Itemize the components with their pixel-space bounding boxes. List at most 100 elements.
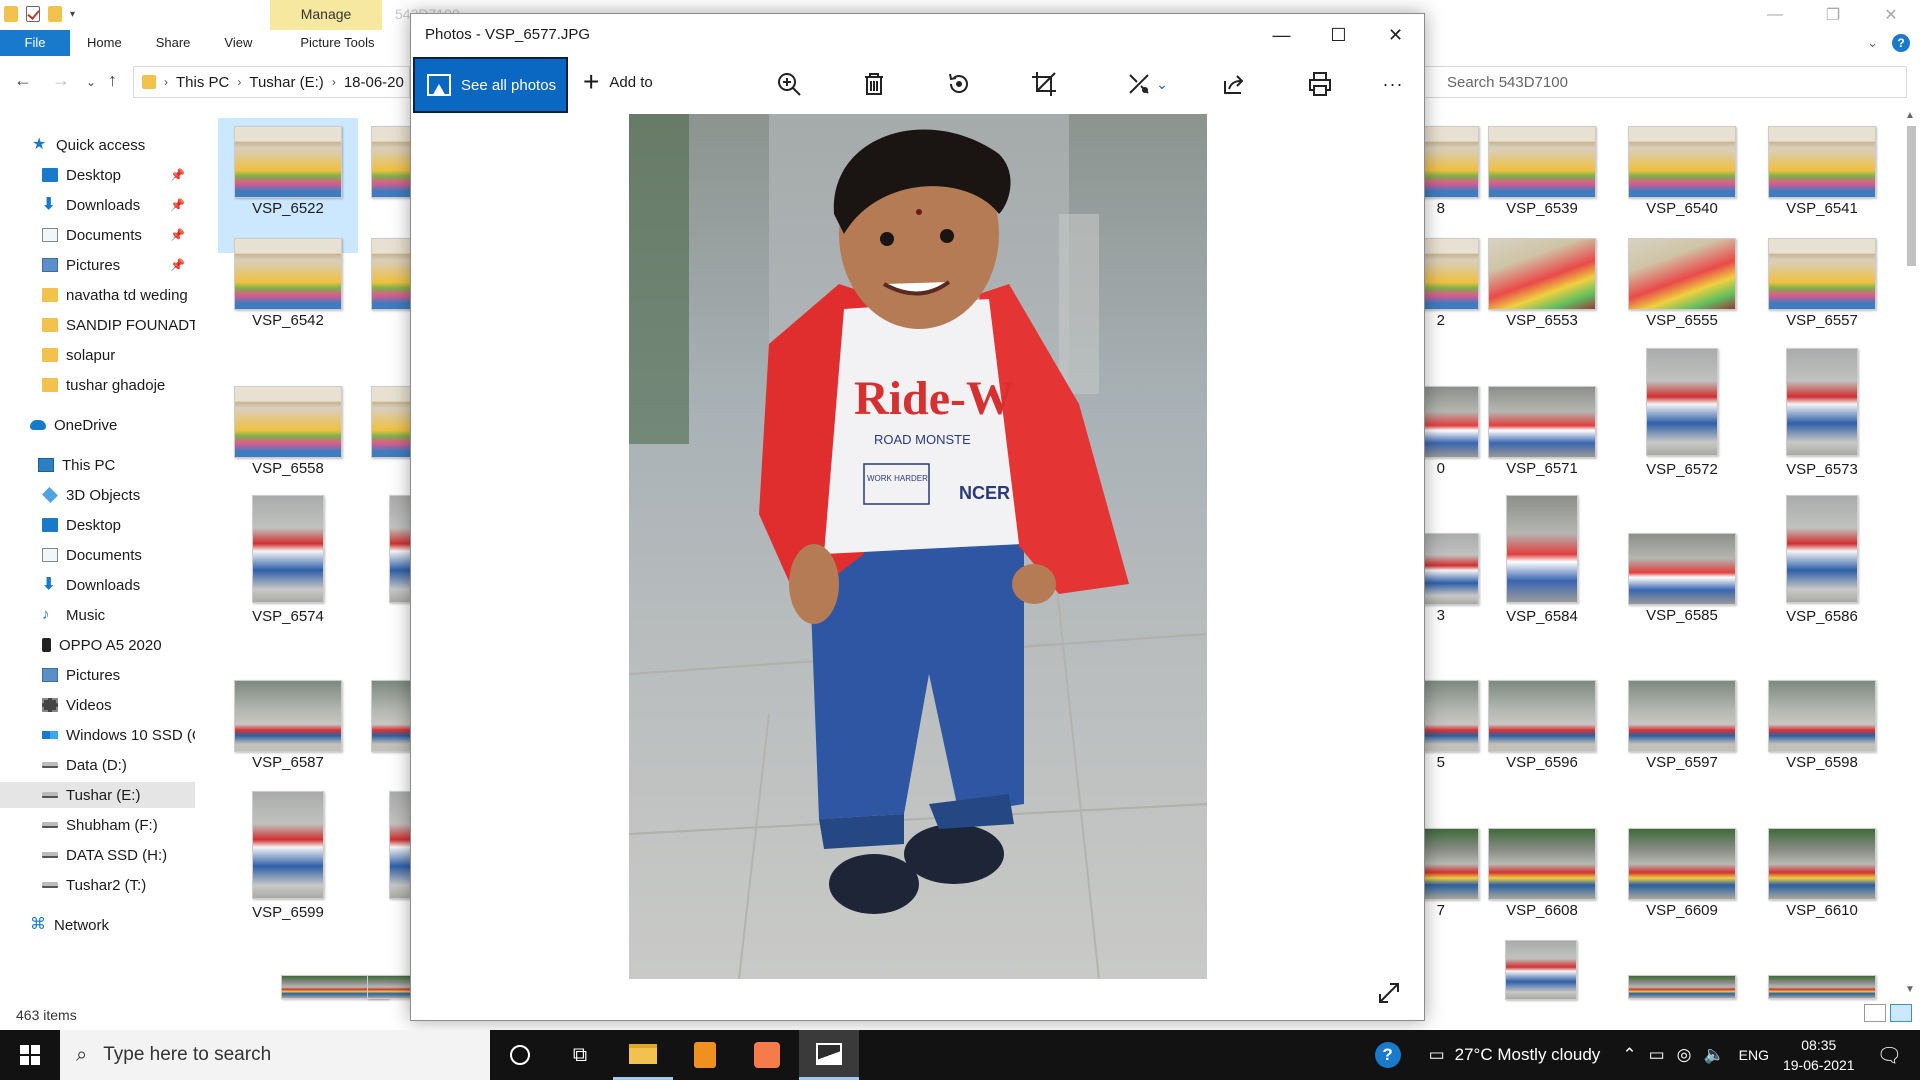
expand-ribbon-icon[interactable]: ⌄	[1867, 35, 1878, 51]
add-to-button[interactable]: + Add to	[583, 68, 653, 96]
file-item[interactable]: VSP_6558	[218, 378, 358, 513]
nav-drive-e[interactable]: Tushar (E:)	[0, 782, 195, 808]
back-arrow-icon[interactable]: ←	[14, 70, 32, 91]
file-item[interactable]: VSP_6571	[1472, 378, 1612, 513]
file-item[interactable]: VSP_6587	[218, 672, 358, 807]
maximize-icon[interactable]: ☐	[1310, 14, 1367, 56]
properties-icon[interactable]	[26, 6, 40, 22]
nav-network[interactable]: ⌘ Network	[0, 912, 195, 938]
file-item[interactable]: VSP_6586	[1752, 495, 1892, 630]
file-item[interactable]: VSP_6599	[218, 791, 358, 926]
file-item[interactable]: VSP_6610	[1752, 820, 1892, 955]
file-item[interactable]: VSP_6608	[1472, 820, 1612, 955]
nav-pictures[interactable]: Pictures	[0, 662, 195, 688]
restore-icon[interactable]: ❐	[1804, 0, 1862, 30]
file-item[interactable]: VSP_6596	[1472, 672, 1612, 807]
pin-icon[interactable]: 📌	[170, 198, 185, 212]
scroll-up-icon[interactable]: ▲	[1905, 110, 1915, 121]
image-thumbnail[interactable]	[1768, 975, 1876, 999]
nav-folder[interactable]: solapur	[0, 342, 195, 368]
nav-documents[interactable]: Documents 📌	[0, 222, 195, 248]
weather-text[interactable]: 27°C Mostly cloudy	[1455, 1045, 1601, 1065]
minimize-icon[interactable]: —	[1746, 0, 1804, 30]
nav-desktop[interactable]: Desktop	[0, 512, 195, 538]
file-item[interactable]: VSP_6555	[1612, 230, 1752, 365]
nav-drive-h[interactable]: DATA SSD (H:)	[0, 842, 195, 868]
file-item[interactable]: VSP_6542	[218, 230, 358, 365]
vertical-scrollbar[interactable]: ▲ ▼	[1903, 110, 1920, 995]
file-item[interactable]: VSP_6609	[1612, 820, 1752, 955]
file-item[interactable]: VSP_6573	[1752, 348, 1892, 483]
forward-arrow-icon[interactable]: →	[52, 70, 70, 91]
image-thumbnail[interactable]	[1628, 975, 1736, 999]
nav-desktop[interactable]: Desktop 📌	[0, 162, 195, 188]
close-icon[interactable]: ✕	[1862, 0, 1920, 30]
pin-icon[interactable]: 📌	[170, 168, 185, 182]
clock[interactable]: 08:35 19-06-2021	[1783, 1035, 1855, 1075]
nav-documents[interactable]: Documents	[0, 542, 195, 568]
edit-icon[interactable]	[1125, 70, 1153, 98]
volume-icon[interactable]: 🔈	[1703, 1045, 1724, 1065]
tab-share[interactable]: Share	[139, 30, 208, 56]
xampp-icon[interactable]	[737, 1030, 797, 1080]
close-icon[interactable]: ✕	[1367, 14, 1424, 56]
nav-drive-f[interactable]: Shubham (F:)	[0, 812, 195, 838]
breadcrumb-item[interactable]: This PC	[176, 74, 229, 91]
recent-locations-icon[interactable]: ⌄	[86, 75, 96, 89]
tab-home[interactable]: Home	[70, 30, 139, 56]
search-input[interactable]: Search 543D7100	[1420, 66, 1907, 98]
nav-drive-t[interactable]: Tushar2 (T:)	[0, 872, 195, 898]
nav-drive-d[interactable]: Data (D:)	[0, 752, 195, 778]
breadcrumb-item[interactable]: 18-06-20	[344, 74, 404, 91]
file-item[interactable]: VSP_6585	[1612, 525, 1752, 660]
large-icons-view-icon[interactable]	[1890, 1004, 1912, 1022]
taskbar-search-box[interactable]: ⌕ Type here to search	[60, 1030, 490, 1080]
file-explorer-taskbar-icon[interactable]	[613, 1030, 673, 1080]
show-hidden-icons-icon[interactable]: ⌃	[1622, 1045, 1636, 1065]
pin-icon[interactable]: 📌	[170, 228, 185, 242]
delete-icon[interactable]	[860, 70, 888, 98]
minimize-icon[interactable]: —	[1253, 14, 1310, 56]
nav-phone[interactable]: OPPO A5 2020	[0, 632, 195, 658]
file-item[interactable]: VSP_6553	[1472, 230, 1612, 365]
nav-music[interactable]: ♪ Music	[0, 602, 195, 628]
tab-file[interactable]: File	[0, 30, 70, 56]
crop-icon[interactable]	[1030, 70, 1058, 98]
customize-toolbar-icon[interactable]: ▾	[70, 9, 75, 20]
pin-icon[interactable]: 📌	[170, 258, 185, 272]
new-folder-icon[interactable]	[48, 6, 62, 22]
cortana-icon[interactable]	[490, 1030, 550, 1080]
nav-3d-objects[interactable]: 3D Objects	[0, 482, 195, 508]
print-icon[interactable]	[1306, 70, 1334, 98]
nav-onedrive[interactable]: OneDrive	[0, 412, 195, 438]
file-item[interactable]: VSP_6597	[1612, 672, 1752, 807]
input-language[interactable]: ENG	[1739, 1047, 1769, 1063]
photo-viewer-image[interactable]: Ride-W ROAD MONSTE WORK HARDER NCER	[629, 114, 1207, 979]
nav-folder[interactable]: navatha td weding	[0, 282, 195, 308]
nav-drive-c[interactable]: Windows 10 SSD (C	[0, 722, 195, 748]
breadcrumb-item[interactable]: Tushar (E:)	[249, 74, 323, 91]
sublime-text-icon[interactable]	[675, 1030, 735, 1080]
notifications-icon[interactable]: 🗨	[1877, 1043, 1902, 1068]
image-thumbnail[interactable]	[1505, 940, 1577, 1000]
file-item[interactable]: VSP_6598	[1752, 672, 1892, 807]
start-button[interactable]	[0, 1030, 60, 1080]
zoom-in-icon[interactable]	[775, 70, 803, 98]
address-bar[interactable]: › This PC › Tushar (E:) › 18-06-20	[133, 66, 410, 98]
scroll-down-icon[interactable]: ▼	[1905, 984, 1915, 995]
scrollbar-thumb[interactable]	[1907, 126, 1916, 266]
battery-icon[interactable]: ▭	[1649, 1045, 1665, 1065]
photos-taskbar-icon[interactable]	[799, 1030, 859, 1080]
weather-icon[interactable]: ▭	[1429, 1045, 1445, 1065]
nav-this-pc[interactable]: This PC	[0, 452, 195, 478]
help-icon[interactable]: ?	[1892, 34, 1910, 52]
nav-videos[interactable]: Videos	[0, 692, 195, 718]
share-icon[interactable]	[1220, 70, 1248, 98]
task-view-icon[interactable]: ⧉	[550, 1030, 610, 1080]
tab-picture-tools[interactable]: Picture Tools	[283, 30, 391, 56]
rotate-icon[interactable]	[945, 70, 973, 98]
up-arrow-icon[interactable]: ↑	[108, 70, 117, 91]
chevron-down-icon[interactable]: ⌄	[1153, 70, 1171, 98]
folder-icon[interactable]	[4, 6, 18, 22]
help-icon[interactable]: ?	[1374, 1042, 1401, 1068]
